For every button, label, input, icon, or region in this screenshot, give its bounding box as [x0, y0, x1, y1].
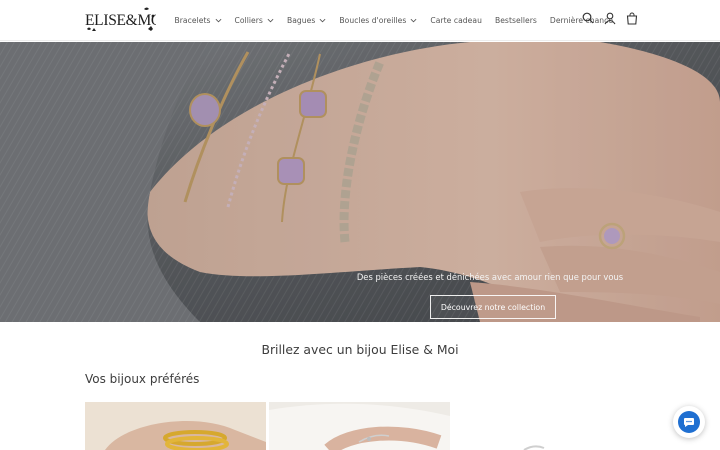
product-card[interactable] — [269, 402, 450, 450]
product-image — [269, 402, 450, 450]
nav-item-bestsellers[interactable]: Bestsellers — [488, 16, 543, 25]
cart-icon[interactable] — [626, 11, 638, 25]
main-nav: Bracelets Colliers Bagues Boucles d'orei… — [168, 0, 620, 41]
nav-item-carte-cadeau[interactable]: Carte cadeau — [424, 16, 489, 25]
page-tagline: Brillez avec un bijou Elise & Moi — [261, 342, 459, 357]
header-icons — [582, 11, 638, 25]
chat-button[interactable] — [673, 406, 705, 438]
chevron-down-icon — [215, 18, 221, 23]
product-card[interactable] — [85, 402, 266, 450]
chevron-down-icon — [319, 18, 326, 23]
nav-item-bracelets[interactable]: Bracelets — [168, 16, 228, 25]
svg-text:ELISE&MOI: ELISE&MOI — [85, 12, 156, 29]
nav-item-colliers[interactable]: Colliers — [228, 16, 280, 25]
hero-banner: Des pièces créées et dénichées avec amou… — [0, 42, 720, 322]
product-image — [85, 402, 266, 450]
section-title: Vos bijoux préférés — [85, 372, 200, 386]
chevron-down-icon — [410, 18, 417, 23]
site-header: ELISE&MOI Bracelets Colliers Bagues Bouc… — [0, 0, 720, 41]
nav-item-label: Bagues — [286, 16, 316, 25]
search-icon[interactable] — [582, 11, 594, 25]
chat-icon — [678, 411, 700, 433]
discover-collection-button[interactable]: Découvrez notre collection — [430, 295, 556, 319]
hero-subtitle: Des pièces créées et dénichées avec amou… — [356, 272, 624, 282]
nav-item-boucles-doreilles[interactable]: Boucles d'oreilles — [333, 16, 424, 25]
nav-item-label: Bestsellers — [494, 16, 537, 25]
nav-item-label: Boucles d'oreilles — [339, 16, 407, 25]
account-icon[interactable] — [604, 11, 616, 25]
nav-item-label: Bracelets — [174, 16, 211, 25]
product-card[interactable] — [454, 402, 635, 450]
brand-logo[interactable]: ELISE&MOI — [84, 4, 167, 34]
nav-item-label: Carte cadeau — [430, 16, 482, 25]
product-image — [454, 402, 635, 450]
chevron-down-icon — [267, 18, 274, 23]
nav-item-label: Colliers — [234, 16, 263, 25]
nav-item-bagues[interactable]: Bagues — [280, 16, 332, 25]
